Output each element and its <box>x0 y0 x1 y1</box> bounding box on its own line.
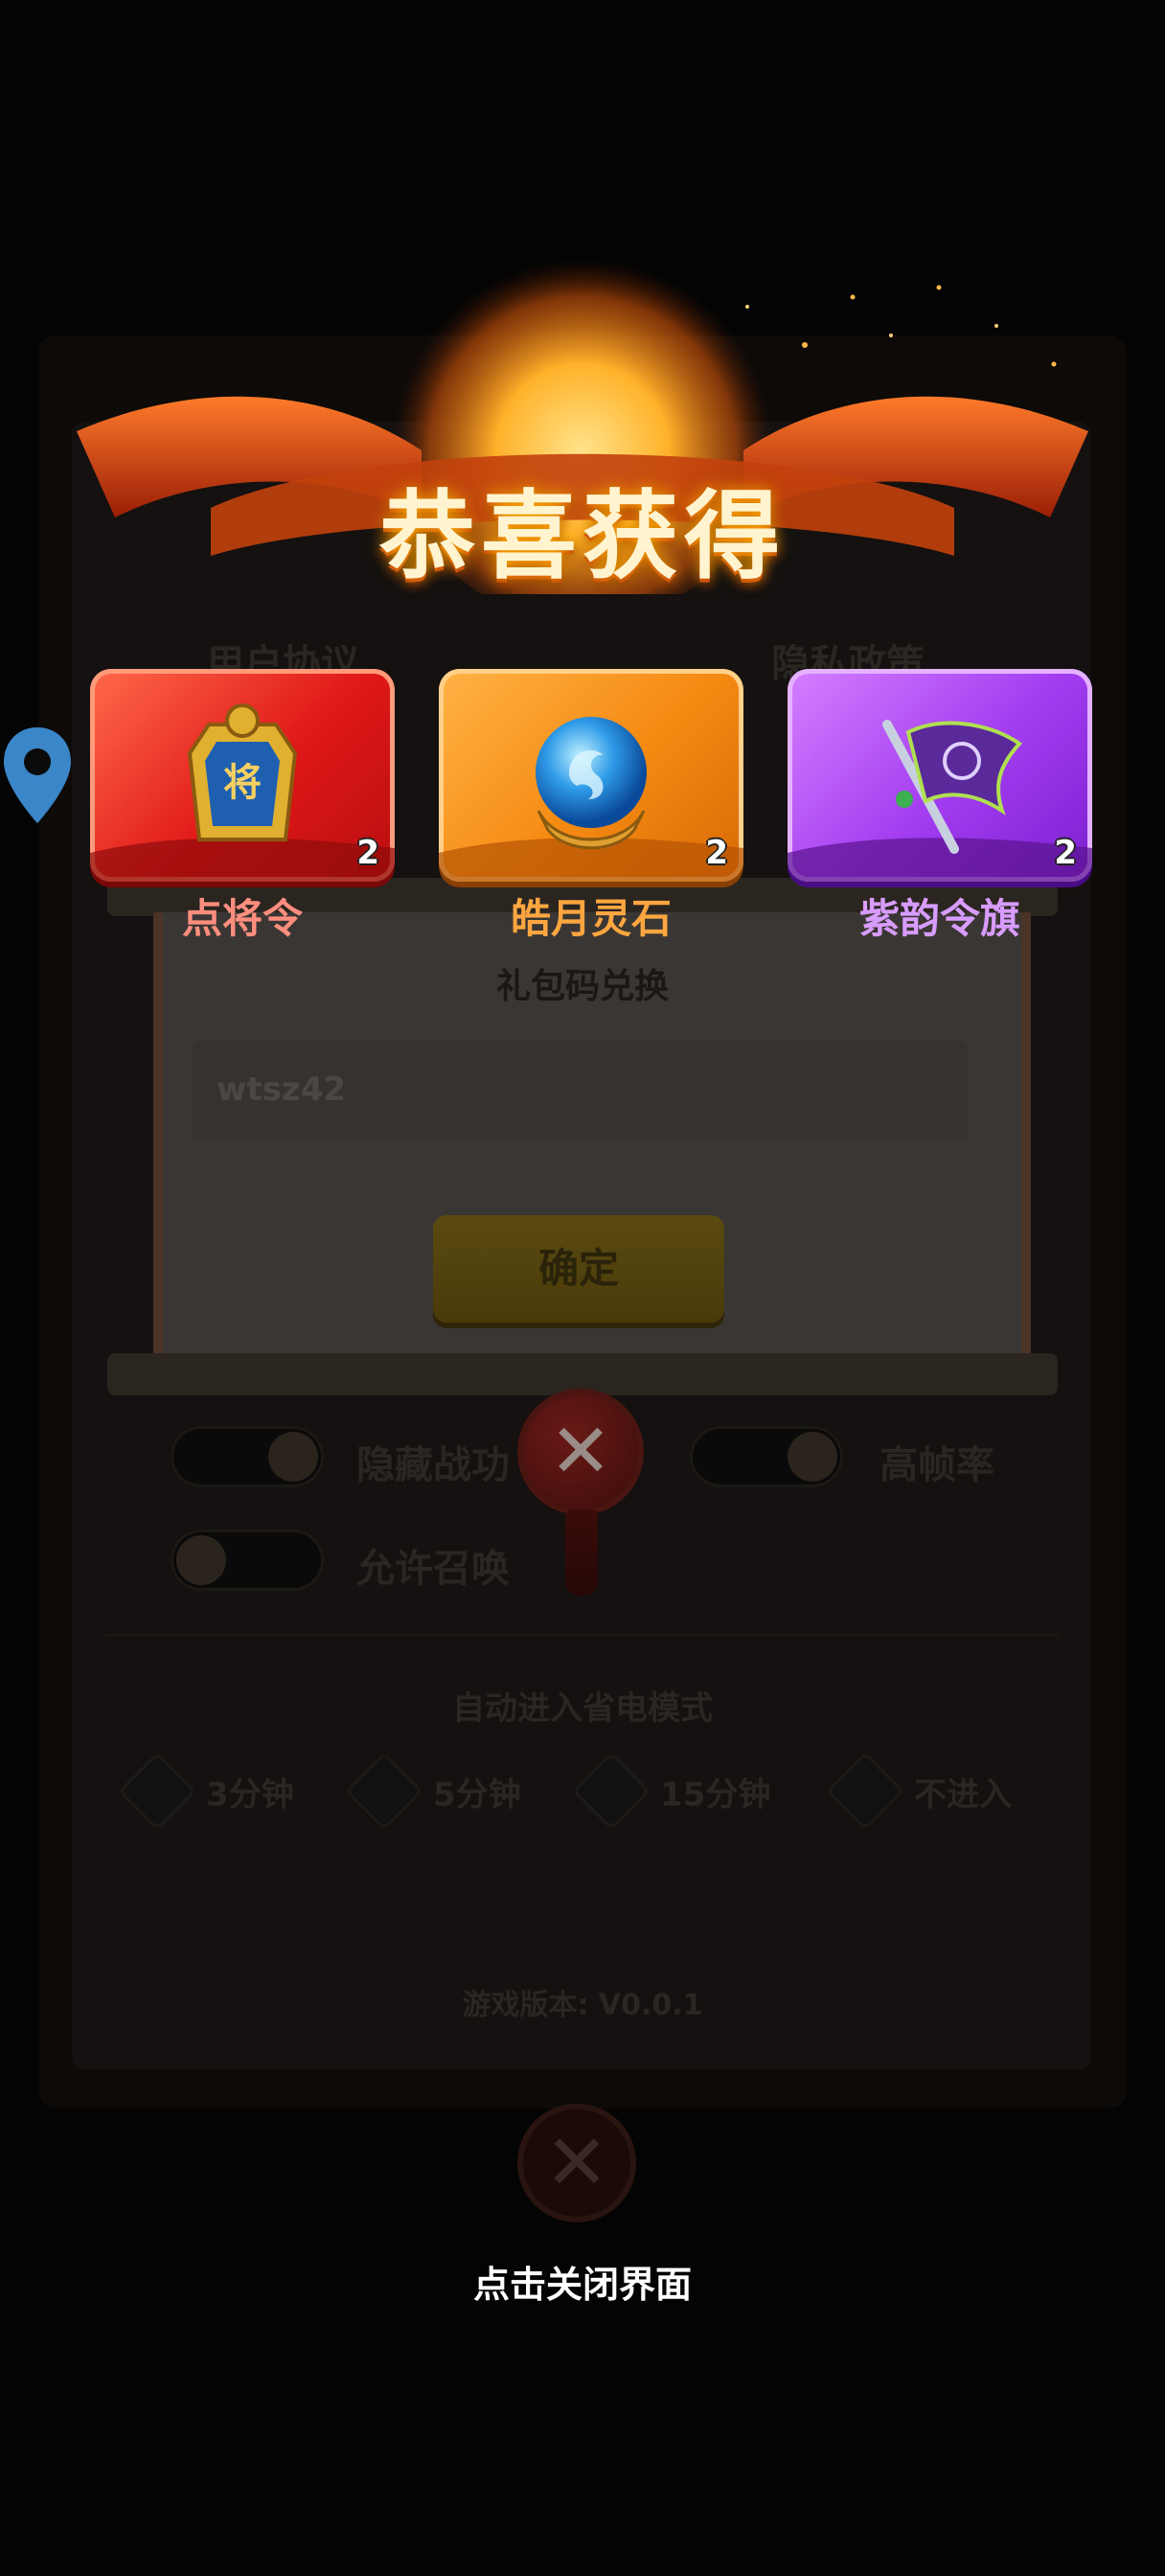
close-icon: ✕ <box>549 1409 612 1495</box>
option-never-label: 不进入 <box>914 1776 1012 1814</box>
reward-count: 2 <box>1054 834 1077 872</box>
gift-code-input[interactable] <box>192 1040 968 1139</box>
reward-name-orb: 皓月灵石 <box>510 895 672 942</box>
purple-flag-icon <box>882 720 1022 854</box>
location-pin-icon[interactable] <box>0 724 75 827</box>
blue-orb-icon <box>536 717 647 850</box>
option-5min-label: 5分钟 <box>433 1776 521 1814</box>
svg-text:将: 将 <box>223 761 262 805</box>
reward-title: 恭喜获得 <box>379 480 786 592</box>
tassel-decoration <box>565 1509 598 1596</box>
reward-count: 2 <box>356 834 379 872</box>
hide-merit-label: 隐藏战功 <box>356 1443 510 1487</box>
reward-count: 2 <box>705 834 728 872</box>
high-fps-label: 高帧率 <box>879 1443 994 1487</box>
close-icon: ✕ <box>544 2118 609 2207</box>
token-seal-icon: 将 <box>187 703 298 841</box>
scroll-bottom-rod <box>107 1353 1058 1395</box>
reward-name-token: 点将令 <box>181 895 303 942</box>
power-saving-title: 自动进入省电模式 <box>452 1690 713 1728</box>
high-fps-toggle[interactable] <box>690 1426 843 1487</box>
settings-close-button[interactable]: ✕ <box>517 2104 636 2222</box>
game-version: 游戏版本: V0.0.1 <box>462 1989 703 2022</box>
allow-summon-label: 允许召唤 <box>356 1547 510 1591</box>
gift-code-title: 礼包码兑换 <box>495 967 669 1006</box>
reward-card-token[interactable]: 将 2 <box>90 669 395 882</box>
divider <box>105 1634 1060 1636</box>
close-hint[interactable]: 点击关闭界面 <box>0 2255 1165 2308</box>
option-3min-label: 3分钟 <box>206 1776 294 1814</box>
gift-code-close-button[interactable]: ✕ <box>523 1394 638 1509</box>
confirm-button[interactable]: 确定 <box>433 1215 724 1322</box>
reward-card-orb[interactable]: 2 <box>439 669 743 882</box>
allow-summon-toggle[interactable] <box>171 1530 324 1591</box>
option-15min-label: 15分钟 <box>660 1776 771 1814</box>
reward-name-flag: 紫韵令旗 <box>858 895 1020 942</box>
reward-card-flag[interactable]: 2 <box>788 669 1092 882</box>
hide-merit-toggle[interactable] <box>171 1426 324 1487</box>
